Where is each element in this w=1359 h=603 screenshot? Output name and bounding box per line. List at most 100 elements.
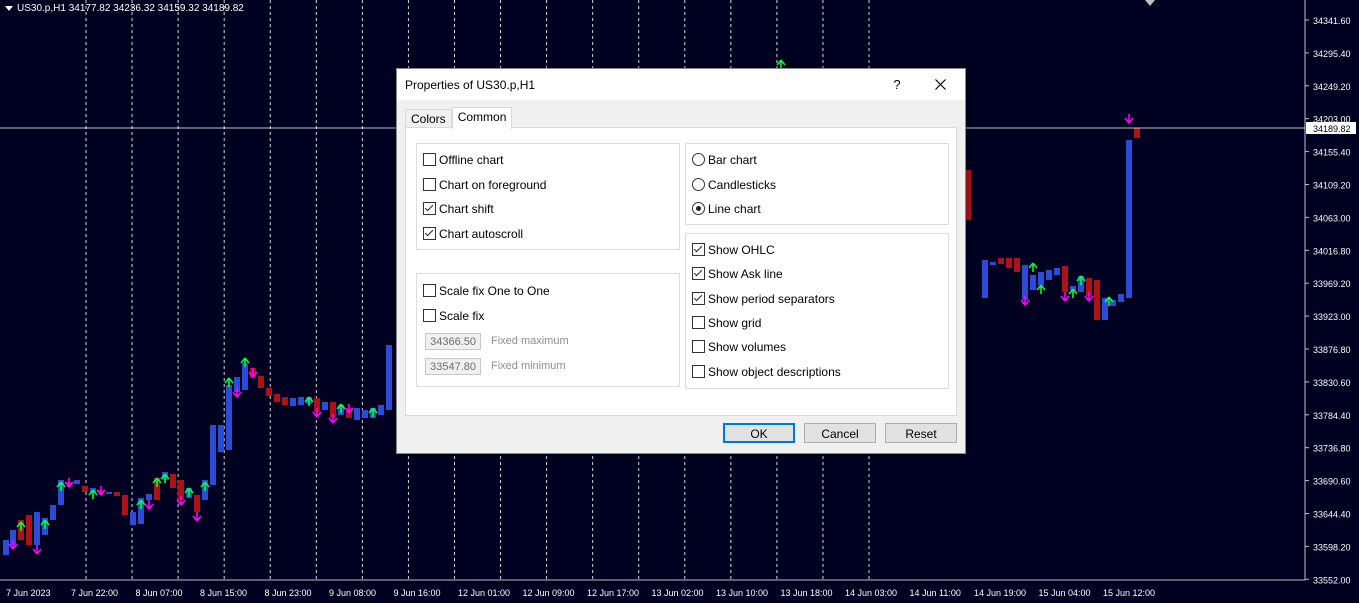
show-volumes-checkbox[interactable]	[692, 340, 705, 353]
ok-button[interactable]: OK	[723, 423, 795, 443]
fixed-maximum-input[interactable]: 34366.50	[425, 333, 481, 350]
time-label: 12 Jun 09:00	[523, 588, 575, 598]
dialog-titlebar[interactable]: Properties of US30.p,H1 ?	[397, 69, 965, 100]
line-chart-option[interactable]: Line chart	[692, 201, 761, 217]
tab-common[interactable]: Common	[451, 107, 513, 129]
down-arrow-icon	[64, 478, 74, 488]
price-label: 33876.80	[1313, 345, 1351, 355]
candlesticks-radio[interactable]	[692, 178, 705, 191]
price-label: 33830.60	[1313, 378, 1351, 388]
show-options-group: Show OHLC Show Ask line Show period sepa…	[685, 233, 949, 389]
chart-shift-marker-icon	[1145, 0, 1155, 6]
scale-fix-option[interactable]: Scale fix	[423, 308, 484, 324]
price-label: 33784.40	[1313, 411, 1351, 421]
candle	[354, 408, 360, 420]
option-label: Show OHLC	[708, 243, 775, 257]
option-label: Show period separators	[708, 292, 835, 306]
properties-dialog: Properties of US30.p,H1 ? Colors Common …	[396, 68, 966, 454]
chart-type-group: Bar chart Candlesticks Line chart	[685, 143, 949, 225]
candle	[242, 363, 248, 390]
reset-button[interactable]: Reset	[885, 423, 957, 443]
candle	[130, 512, 136, 525]
fixed-minimum-input[interactable]: 33547.80	[425, 358, 481, 375]
show-ask-line-option[interactable]: Show Ask line	[692, 266, 783, 282]
chart-ohlc-info: US30.p,H1 34177.82 34236.32 34159.32 341…	[17, 3, 244, 14]
chart-autoscroll-checkbox[interactable]	[423, 227, 436, 240]
scale-fix-checkbox[interactable]	[423, 309, 436, 322]
price-label: 33598.20	[1313, 542, 1351, 552]
offline-chart-checkbox[interactable]	[423, 153, 436, 166]
time-label: 12 Jun 01:00	[458, 588, 510, 598]
fixed-maximum-label: Fixed maximum	[491, 335, 569, 347]
time-label: 14 Jun 03:00	[845, 588, 897, 598]
candle	[1014, 258, 1020, 272]
price-label: 33969.20	[1313, 279, 1351, 289]
chart-options-group: Offline chart Chart on foreground Chart …	[416, 143, 680, 250]
time-label: 7 Jun 2023	[6, 588, 51, 598]
price-label: 34063.00	[1313, 213, 1351, 223]
candlesticks-option[interactable]: Candlesticks	[692, 177, 776, 193]
show-object-descriptions-option[interactable]: Show object descriptions	[692, 364, 841, 380]
time-label: 8 Jun 07:00	[136, 588, 183, 598]
show-grid-checkbox[interactable]	[692, 316, 705, 329]
bar-chart-radio[interactable]	[692, 153, 705, 166]
chart-on-foreground-option[interactable]: Chart on foreground	[423, 177, 546, 193]
show-object-descriptions-checkbox[interactable]	[692, 365, 705, 378]
show-ohlc-checkbox[interactable]	[692, 243, 705, 256]
line-chart-radio[interactable]	[692, 202, 705, 215]
candle	[146, 494, 152, 500]
candle	[1134, 128, 1140, 138]
bar-chart-option[interactable]: Bar chart	[692, 152, 757, 168]
option-label: Candlesticks	[708, 178, 777, 192]
candle	[122, 495, 128, 515]
price-label: 34341.60	[1313, 16, 1351, 26]
candle	[362, 410, 368, 418]
time-label: 14 Jun 11:00	[910, 588, 961, 598]
close-button[interactable]	[927, 74, 953, 96]
price-label: 33736.80	[1313, 444, 1351, 454]
candle	[3, 540, 9, 555]
candle	[82, 486, 88, 492]
cancel-button[interactable]: Cancel	[804, 423, 876, 443]
show-period-separators-option[interactable]: Show period separators	[692, 291, 835, 307]
down-arrow-icon	[96, 486, 106, 496]
show-grid-option[interactable]: Show grid	[692, 315, 761, 331]
scale-fix-one-to-one-checkbox[interactable]	[423, 284, 436, 297]
chart-on-foreground-checkbox[interactable]	[423, 178, 436, 191]
show-ask-line-checkbox[interactable]	[692, 267, 705, 280]
show-volumes-option[interactable]: Show volumes	[692, 339, 786, 355]
option-label: Scale fix	[439, 309, 485, 323]
time-label: 12 Jun 17:00	[587, 588, 639, 598]
show-period-separators-checkbox[interactable]	[692, 292, 705, 305]
candle	[74, 480, 80, 484]
candle	[274, 394, 280, 402]
chart-shift-option[interactable]: Chart shift	[423, 201, 494, 217]
chart-autoscroll-option[interactable]: Chart autoscroll	[423, 226, 523, 242]
show-ohlc-option[interactable]: Show OHLC	[692, 242, 775, 258]
price-label: 33644.40	[1313, 510, 1351, 520]
current-price-label: 34189.82	[1313, 124, 1351, 134]
option-label: Offline chart	[439, 153, 504, 167]
offline-chart-option[interactable]: Offline chart	[423, 152, 503, 168]
price-label: 34155.40	[1313, 148, 1351, 158]
candle	[1126, 140, 1132, 298]
time-label: 13 Jun 18:00	[781, 588, 833, 598]
candle	[1006, 258, 1012, 268]
chart-shift-checkbox[interactable]	[423, 202, 436, 215]
time-label: 15 Jun 12:00	[1103, 588, 1155, 598]
scale-fix-one-to-one-option[interactable]: Scale fix One to One	[423, 283, 550, 299]
dropdown-triangle-icon[interactable]	[5, 5, 13, 11]
candle	[990, 262, 996, 265]
price-label: 33690.60	[1313, 477, 1351, 487]
tab-colors[interactable]: Colors	[405, 109, 452, 128]
candle	[982, 260, 988, 298]
down-arrow-icon	[144, 500, 154, 510]
candle	[298, 397, 304, 405]
candle	[1046, 270, 1052, 280]
time-axis: 7 Jun 2023 7 Jun 22:00 8 Jun 07:00 8 Jun 15…	[6, 588, 1155, 598]
option-label: Show grid	[708, 316, 762, 330]
down-arrow-icon	[1060, 292, 1070, 302]
candle	[106, 492, 112, 494]
help-button[interactable]: ?	[885, 75, 909, 95]
option-label: Line chart	[708, 202, 761, 216]
